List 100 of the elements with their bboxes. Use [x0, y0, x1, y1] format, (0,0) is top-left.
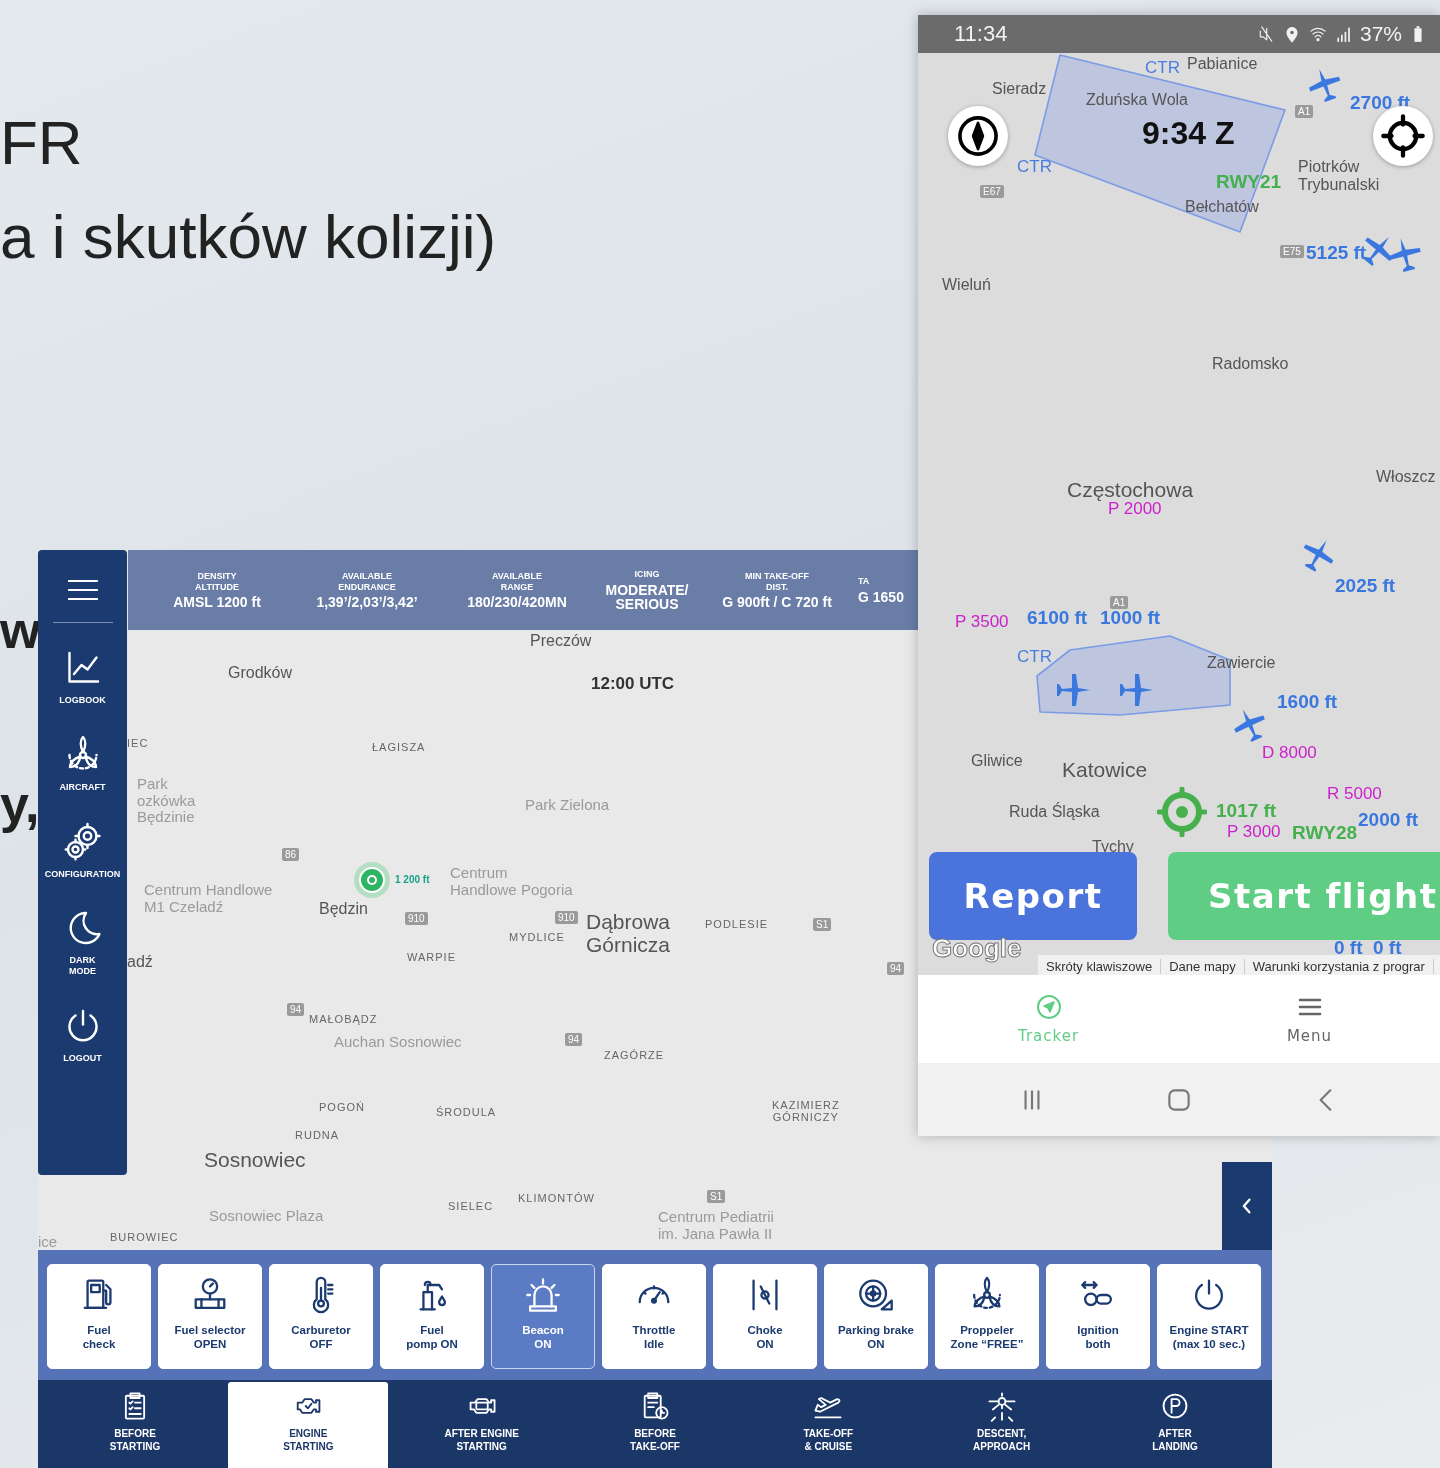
checklist-card[interactable]: Beacon ON: [491, 1264, 595, 1369]
road-number: 910: [555, 911, 578, 924]
runway-label: 1017 ft: [1216, 801, 1277, 822]
altitude-label: 1600 ft: [1277, 692, 1338, 713]
stat-label: MIN TAKE-OFF DIST.: [745, 570, 809, 593]
district-label: WARPIE: [407, 951, 456, 964]
stat-value: G 1650: [858, 589, 904, 604]
sidebar-item[interactable]: CONFIGURATION: [38, 820, 127, 880]
place-label: Będzin: [319, 900, 368, 918]
time-label: 12:00 UTC: [591, 674, 675, 694]
city-label: Częstochowa: [1067, 478, 1194, 502]
checklist-card[interactable]: Carburetor OFF: [269, 1264, 373, 1369]
checklist-card[interactable]: Throttle Idle: [602, 1264, 706, 1369]
phase-tab[interactable]: TAKE-OFF & CRUISE: [748, 1382, 909, 1468]
poi-label: Auchan Sosnowiec: [334, 1034, 462, 1051]
checklist-card[interactable]: Ignition both: [1046, 1264, 1150, 1369]
place-label: Piotrków Trybunalski: [1298, 158, 1380, 194]
district-label: ŚRODULA: [436, 1106, 497, 1119]
altitude-label: 5125 ft: [1306, 243, 1367, 264]
place-label: adź: [127, 953, 153, 971]
stat-label: DENSITY ALTITUDE: [195, 570, 239, 593]
stat-value: 180/230/420MN: [467, 595, 567, 610]
sidebar-item[interactable]: AIRCRAFT: [38, 733, 127, 793]
place-label: Włoszcz: [1376, 468, 1436, 486]
district-label: KAZIMIERZ GÓRNICZY: [772, 1099, 840, 1124]
district-label: PODLESIE: [705, 918, 769, 931]
place-label: Wieluń: [942, 276, 991, 294]
sidebar-item[interactable]: DARK MODE: [38, 907, 127, 977]
crosshair-icon: [1380, 113, 1426, 159]
runway-label: RWY21: [1216, 172, 1282, 193]
place-label: Grodków: [228, 664, 293, 682]
place-label: Sieradz: [992, 80, 1047, 98]
stat-value: 1,39’/2,03’/3,42’: [316, 595, 418, 610]
road-number: E75: [1280, 245, 1304, 258]
road-number: 94: [887, 962, 905, 975]
road-number: A1: [1110, 596, 1129, 609]
beacon-light-icon: [523, 1275, 563, 1315]
checklist-card[interactable]: Fuel selector OPEN: [158, 1264, 262, 1369]
stat-label: ICING: [634, 569, 660, 580]
checklist-card[interactable]: Proppeler Zone “FREE”: [935, 1264, 1039, 1369]
time-label: 9:34 Z: [1142, 115, 1235, 152]
poi-label: ice: [38, 1234, 58, 1251]
stat-label: AVAILABLE RANGE: [491, 570, 543, 593]
altitude-label: 0 ft: [1373, 938, 1402, 959]
poi-label: Centrum Pediatrii im. Jana Pawła II: [658, 1209, 774, 1242]
sidebar-item[interactable]: LOGOUT: [38, 1005, 127, 1064]
district-label: IEC: [127, 737, 149, 750]
ctr-label: CTR: [1145, 59, 1180, 78]
poi-label: Centrum Handlowe M1 Czeladź: [144, 882, 273, 915]
road-number: 94: [287, 1003, 305, 1016]
city-label: Dąbrowa Górnicza: [586, 910, 671, 957]
place-label: Radomsko: [1212, 355, 1289, 373]
zone-label: P 3500: [955, 613, 1009, 632]
phase-tab[interactable]: AFTER ENGINE STARTING: [401, 1382, 562, 1468]
poi-label: Park Zielona: [525, 797, 610, 814]
phase-tab[interactable]: BEFORE STARTING: [55, 1382, 215, 1468]
district-label: ŁAGISZA: [372, 741, 426, 754]
checklist-card[interactable]: Choke ON: [713, 1264, 817, 1369]
district-label: KLIMONTÓW: [518, 1192, 595, 1205]
checklist-card[interactable]: Fuel pomp ON: [380, 1264, 484, 1369]
poi-label: Sosnowiec Plaza: [209, 1208, 324, 1225]
checklist-card[interactable]: Parking brake ON: [824, 1264, 928, 1369]
poi-label: Park ozkówka Będzinie: [137, 776, 196, 826]
city-label: Sosnowiec: [204, 1148, 306, 1172]
road-number: E67: [980, 185, 1004, 198]
district-label: MAŁOBĄDZ: [309, 1013, 378, 1026]
attribution-link[interactable]: Warunki korzystania z prograr: [1244, 958, 1434, 974]
zone-label: R 5000: [1327, 785, 1382, 804]
phase-tab[interactable]: BEFORE TAKE-OFF: [575, 1382, 735, 1468]
place-label: Ruda Śląska: [1009, 803, 1100, 821]
phase-tab[interactable]: AFTER LANDING: [1094, 1382, 1255, 1468]
ctr-label: CTR: [1017, 648, 1052, 667]
district-label: ZAGÓRZE: [604, 1049, 665, 1062]
altitude-label: 2000 ft: [1358, 810, 1419, 831]
slide-text: w: [0, 604, 41, 656]
zone-label: D 8000: [1262, 744, 1317, 763]
road-number: S1: [707, 1190, 726, 1203]
road-number: 86: [282, 848, 300, 861]
attribution-link[interactable]: Skróty klawiszowe: [1038, 958, 1162, 974]
compass-button[interactable]: [948, 106, 1008, 166]
target-position-icon: [1157, 787, 1207, 837]
phase-tab[interactable]: ENGINE STARTING: [228, 1382, 389, 1468]
altitude-label: 1000 ft: [1100, 608, 1161, 629]
stat-value: MODERATE/ SERIOUS: [605, 582, 689, 611]
place-label: Zduńska Wola: [1086, 91, 1188, 109]
ctr-label: CTR: [1017, 158, 1052, 177]
checklist-card[interactable]: Engine START (max 10 sec.): [1157, 1264, 1261, 1369]
stat-value: AMSL 1200 ft: [173, 595, 261, 610]
place-label: Pabianice: [1187, 55, 1258, 73]
place-label: Gliwice: [971, 752, 1023, 770]
attribution-link[interactable]: Dane mapy: [1161, 958, 1245, 974]
checklist-card[interactable]: Fuel check: [47, 1264, 151, 1369]
phase-tab[interactable]: DESCENT, APPROACH: [921, 1382, 1082, 1468]
sidebar-item[interactable]: LOGBOOK: [38, 647, 127, 706]
nav-tab[interactable]: Menu: [1179, 975, 1440, 1063]
district-label: SIELEC: [448, 1200, 494, 1213]
runway-label: RWY28: [1292, 823, 1358, 844]
district-label: POGOŃ: [319, 1101, 365, 1114]
clock-text: 11:34: [954, 21, 1008, 47]
district-label: MYDLICE: [509, 931, 565, 944]
